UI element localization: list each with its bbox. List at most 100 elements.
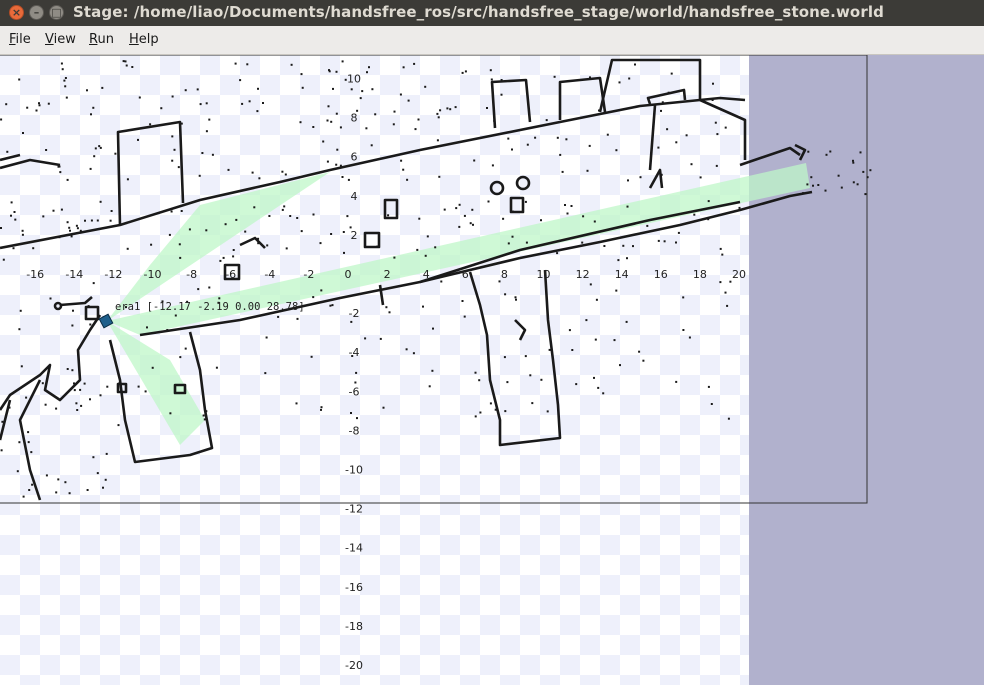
y-axis-tick: -8 [349, 424, 360, 437]
scan-point [266, 244, 269, 247]
menu-view[interactable]: View [45, 32, 76, 47]
menu-run-label: un [97, 32, 114, 47]
scan-point [262, 102, 264, 104]
scan-point [32, 247, 35, 250]
minimize-window-button[interactable]: – [29, 5, 44, 20]
scan-point [76, 409, 79, 411]
maximize-window-button[interactable]: □ [49, 5, 64, 20]
scan-point [370, 144, 373, 147]
scan-point [491, 164, 494, 167]
window-title: Stage: /home/liao/Documents/handsfree_ro… [73, 3, 884, 21]
scan-point [677, 231, 680, 234]
scan-point [330, 120, 333, 123]
scan-point [837, 174, 840, 177]
close-window-button[interactable]: × [9, 5, 24, 20]
scan-point [693, 213, 696, 216]
scan-point [627, 179, 629, 182]
scan-point [714, 121, 717, 124]
menu-file[interactable]: File [9, 32, 31, 47]
scan-point [370, 232, 372, 234]
scan-point [248, 100, 251, 103]
scan-point [487, 200, 490, 203]
scan-point [203, 418, 206, 421]
scan-point [666, 128, 669, 131]
scan-point [371, 88, 374, 91]
y-axis-tick: -12 [345, 503, 363, 516]
scan-point [110, 210, 113, 212]
scan-point [829, 150, 832, 153]
menu-help[interactable]: Help [129, 32, 159, 47]
scan-point [581, 241, 584, 244]
scan-point [86, 489, 89, 491]
scan-point [504, 293, 507, 296]
scan-point [202, 414, 205, 417]
scan-point [416, 248, 419, 251]
scan-point [504, 80, 507, 83]
scan-point [682, 329, 685, 331]
scan-point [597, 386, 600, 389]
y-axis-tick: -18 [345, 620, 363, 633]
scan-point [507, 242, 510, 245]
scan-point [300, 230, 303, 233]
scan-point [817, 184, 820, 186]
scan-point [265, 336, 268, 339]
scan-point [65, 96, 68, 99]
scan-point [490, 78, 493, 81]
window-titlebar[interactable]: × – □ Stage: /home/liao/Documents/handsf… [0, 0, 984, 26]
scan-point [332, 87, 334, 90]
scan-point [173, 148, 176, 151]
scan-point [30, 451, 33, 454]
scan-point [417, 118, 420, 121]
scan-point [0, 118, 3, 121]
scan-point [626, 257, 628, 260]
scan-point [180, 122, 183, 125]
scan-point [69, 229, 71, 232]
scan-point [104, 478, 107, 481]
scan-point [365, 127, 368, 130]
scan-point [366, 71, 368, 74]
scan-point [66, 368, 69, 370]
scan-point [374, 113, 377, 116]
stage-canvas[interactable]: -16 -14 -12 -10 -8 -6 -4 -2 0 2 4 6 8 10 12 14 16 18 20108… [0, 55, 984, 685]
scan-point [215, 366, 218, 369]
scan-point [205, 410, 208, 413]
scan-point [347, 178, 350, 181]
scan-point [634, 63, 636, 66]
scan-point [16, 470, 19, 473]
y-axis-tick: -10 [345, 464, 363, 477]
scan-point [38, 104, 41, 107]
scan-point [224, 223, 227, 226]
scan-point [137, 138, 139, 141]
scan-point [241, 102, 244, 105]
scan-point [299, 121, 302, 124]
scan-point [422, 305, 424, 308]
scan-point [264, 372, 267, 375]
scan-point [431, 369, 434, 372]
scan-point [45, 474, 48, 477]
menu-run[interactable]: Run [89, 32, 114, 47]
scan-point [64, 85, 67, 88]
x-axis-tick: 2 [384, 268, 391, 281]
scan-point [556, 252, 559, 255]
scan-point [810, 176, 813, 179]
scan-point [322, 140, 325, 143]
scan-point [49, 297, 52, 300]
scan-point [320, 406, 323, 409]
x-axis-tick: -10 [144, 268, 162, 281]
scan-point [707, 218, 710, 221]
scan-point [47, 102, 50, 105]
scan-point [22, 132, 24, 134]
scan-point [219, 259, 222, 262]
menu-help-label: elp [138, 32, 159, 47]
y-axis-tick: 6 [351, 151, 358, 164]
scan-point [319, 242, 322, 245]
scan-point [290, 63, 293, 66]
scan-point [208, 286, 211, 289]
scan-point [339, 126, 342, 129]
scan-point [570, 205, 573, 207]
stage-viewport[interactable]: -16 -14 -12 -10 -8 -6 -4 -2 0 2 4 6 8 10 12 14 16 18 20 10 8… [0, 55, 984, 685]
scan-point [474, 371, 477, 374]
scan-point [58, 236, 61, 239]
scan-point [31, 483, 34, 486]
scan-point [76, 227, 79, 230]
